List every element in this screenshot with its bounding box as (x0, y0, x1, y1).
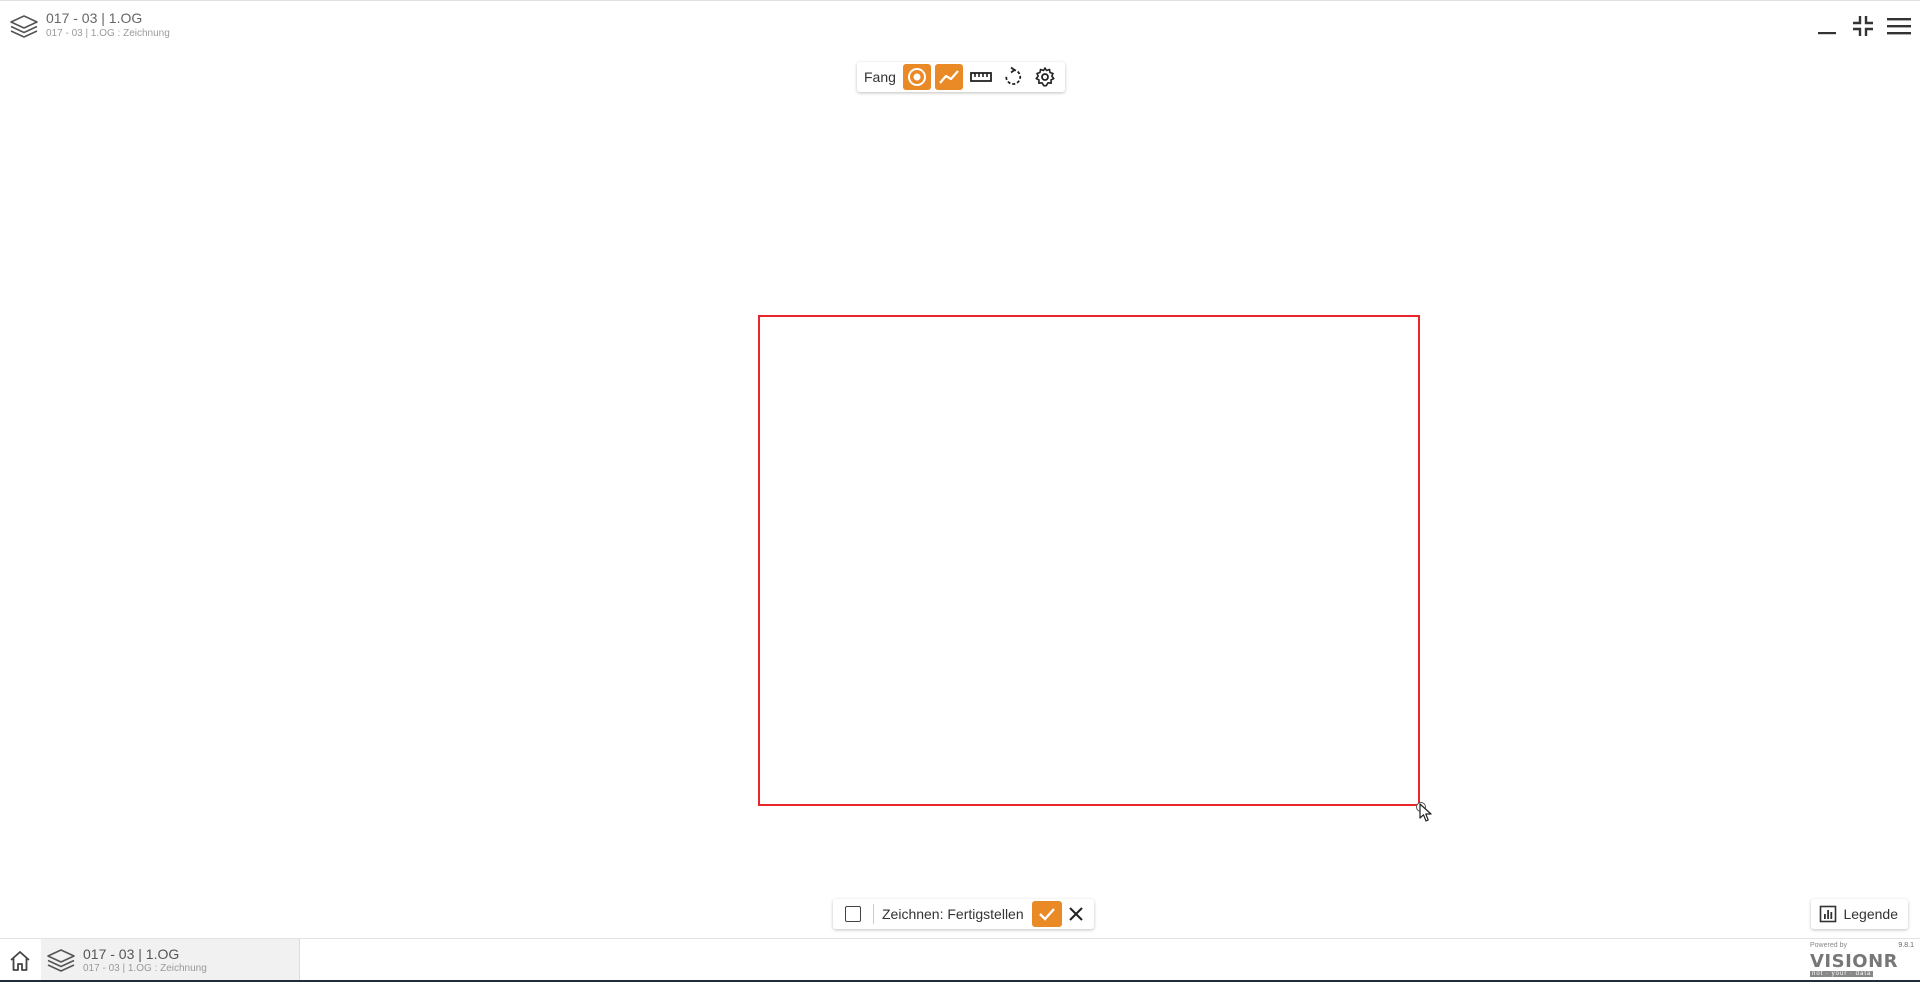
brand-name: VISIONR (1810, 951, 1899, 972)
drawing-finish-label: Zeichnen: Fertigstellen (882, 906, 1024, 922)
snap-line-icon (939, 70, 959, 84)
home-button[interactable] (0, 939, 40, 982)
snap-point-icon (907, 68, 926, 86)
separator (873, 904, 874, 924)
legend-label: Legende (1843, 906, 1898, 922)
confirm-drawing-button[interactable] (1031, 901, 1062, 927)
plan-header: 017 - 03 | 1.OG 017 - 03 | 1.OG : Zeichn… (8, 9, 170, 43)
snap-point-button[interactable] (902, 64, 931, 90)
drawn-rectangle[interactable] (758, 315, 1420, 806)
brand-version: 9.8.1 (1898, 942, 1914, 949)
tab-subtitle: 017 - 03 | 1.OG : Zeichnung (83, 962, 207, 974)
tab-title: 017 - 03 | 1.OG (83, 945, 180, 962)
app-window: 017 - 03 | 1.OG 017 - 03 | 1.OG : Zeichn… (0, 0, 1920, 982)
brand-powered: Powered by (1810, 942, 1847, 949)
measure-button[interactable] (967, 64, 995, 90)
footer-bar: 017 - 03 | 1.OG 017 - 03 | 1.OG : Zeichn… (0, 938, 1920, 982)
legend-button[interactable]: Legende (1811, 899, 1908, 929)
plan-subtitle: 017 - 03 | 1.OG : Zeichnung (46, 28, 170, 39)
gear-icon (1035, 67, 1055, 87)
layers-icon (47, 948, 75, 972)
rotate-icon (1005, 66, 1022, 85)
plan-tab[interactable]: 017 - 03 | 1.OG 017 - 03 | 1.OG : Zeichn… (41, 939, 300, 982)
close-icon (1068, 907, 1083, 921)
plan-title: 017 - 03 | 1.OG (46, 10, 143, 26)
brand-tagline: not · your · data (1810, 971, 1874, 977)
drawing-checkbox[interactable] (845, 906, 861, 922)
rotate-button[interactable] (999, 64, 1027, 90)
snap-line-button[interactable] (934, 64, 963, 90)
collapse-fullscreen-icon[interactable] (1850, 13, 1876, 39)
minimize-icon[interactable] (1814, 13, 1840, 39)
bar-chart-icon (1820, 905, 1837, 923)
drawing-actions-bar: Zeichnen: Fertigstellen (833, 899, 1094, 929)
mouse-cursor-icon (1419, 803, 1432, 822)
snap-toolbar: Fang (857, 62, 1065, 92)
layers-icon (10, 15, 38, 38)
brand-logo: Powered by 9.8.1 VISIONR not · your · da… (1810, 941, 1914, 979)
hamburger-menu-icon[interactable] (1886, 13, 1912, 39)
snap-label: Fang (864, 69, 896, 85)
window-controls (1814, 13, 1912, 39)
cancel-drawing-button[interactable] (1064, 901, 1088, 927)
settings-button[interactable] (1031, 64, 1059, 90)
ruler-icon (970, 72, 992, 82)
check-icon (1038, 908, 1055, 921)
home-icon (10, 950, 30, 971)
